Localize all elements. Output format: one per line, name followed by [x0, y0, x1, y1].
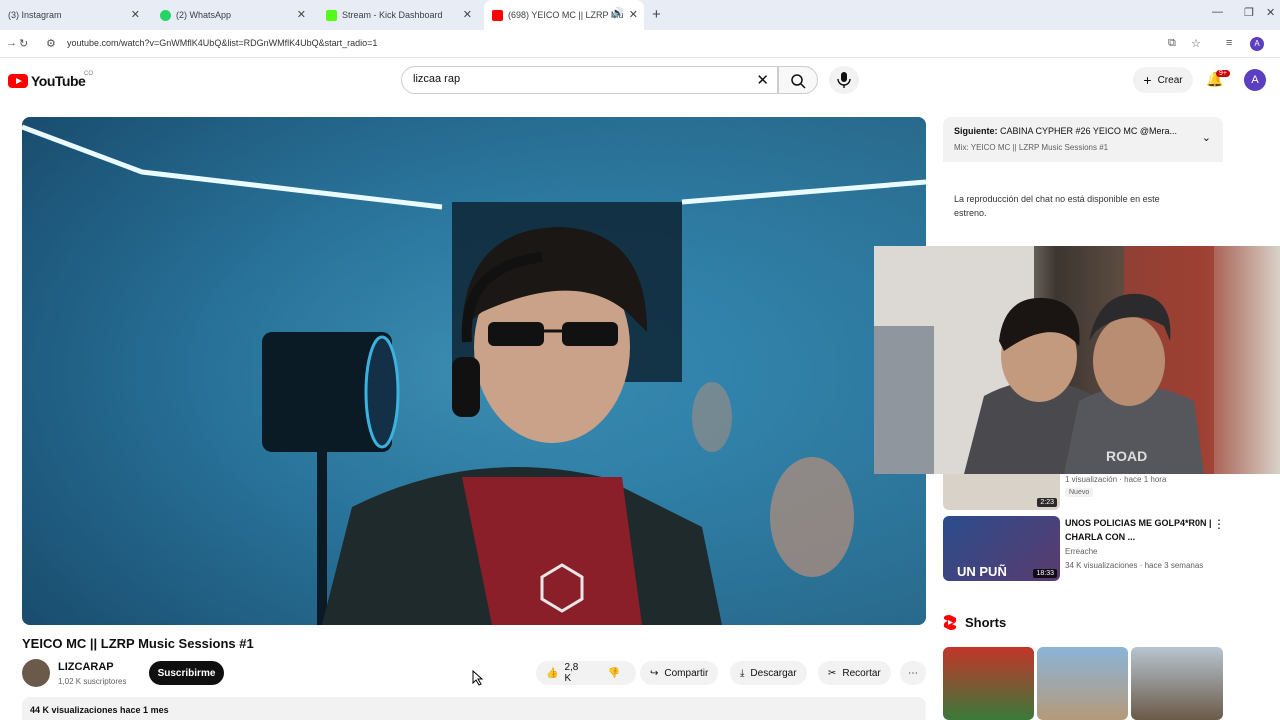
short-thumbnail[interactable]: [943, 647, 1034, 720]
voice-search-button[interactable]: [829, 66, 859, 94]
mix-name: Mix: YEICO MC || LZRP Music Sessions #1: [954, 143, 1109, 152]
new-badge: Nuevo: [1065, 488, 1094, 497]
mouse-cursor-icon: [472, 670, 484, 686]
chevron-down-icon[interactable]: ⌄: [1202, 131, 1211, 144]
shorts-icon: [943, 615, 957, 630]
rec-meta: 1 visualización · hace 1 hora: [1065, 475, 1167, 484]
youtube-play-icon: [8, 74, 28, 88]
download-button[interactable]: ⤓ Descargar: [730, 661, 807, 685]
chat-unavailable-message: La reproducción del chat no está disponi…: [954, 194, 1160, 218]
youtube-icon: [492, 9, 503, 21]
youtube-logo[interactable]: YouTube CO: [8, 71, 93, 89]
forward-icon[interactable]: →: [6, 37, 17, 49]
subscribe-button[interactable]: Suscribirme: [149, 661, 224, 685]
webcam-overlay: ROAD: [874, 246, 1280, 474]
rec-thumbnail[interactable]: 2:23: [943, 474, 1060, 510]
address-bar-row: → ↻ ⚙ youtube.com/watch?v=GnWMflK4UbQ&li…: [0, 30, 1280, 58]
more-horizontal-icon: ⋯: [908, 667, 918, 679]
subscriber-count: 1,02 K suscriptores: [58, 677, 127, 686]
bookmark-star-icon[interactable]: ☆: [1191, 37, 1201, 50]
short-thumbnail[interactable]: [1131, 647, 1223, 720]
plus-icon: +: [1143, 72, 1152, 88]
site-info-icon[interactable]: ⚙: [46, 37, 56, 50]
share-arrow-icon: ↪: [650, 667, 659, 679]
reload-icon[interactable]: ↻: [19, 37, 28, 50]
whatsapp-icon: [160, 9, 171, 21]
browser-profile-avatar[interactable]: A: [1250, 37, 1264, 51]
like-button[interactable]: 👍 2,8 K: [536, 661, 592, 685]
next-prefix: Siguiente:: [954, 126, 998, 136]
clip-button[interactable]: ✂ Recortar: [818, 661, 891, 685]
search-input[interactable]: [413, 73, 743, 85]
next-video-title: CABINA CYPHER #26 YEICO MC @Mera...: [1000, 126, 1178, 136]
video-frame: [22, 117, 926, 625]
rec-meta: 34 K visualizaciones · hace 3 semanas: [1065, 561, 1204, 570]
clear-search-icon[interactable]: ✕: [756, 71, 769, 89]
thumbs-up-icon: 👍: [546, 667, 559, 679]
notification-count-badge: 9+: [1216, 70, 1230, 77]
new-tab-icon[interactable]: +: [652, 6, 661, 23]
tab-instagram[interactable]: (3) Instagram ✕: [0, 0, 146, 30]
more-actions-button[interactable]: ⋯: [900, 661, 926, 685]
close-icon[interactable]: ✕: [629, 8, 638, 21]
video-title: YEICO MC || LZRP Music Sessions #1: [22, 636, 254, 651]
search-icon: [791, 74, 806, 89]
search-button[interactable]: [778, 66, 818, 94]
browser-tab-strip: (3) Instagram ✕ (2) WhatsApp ✕ Stream - …: [0, 0, 1280, 30]
user-avatar[interactable]: A: [1244, 69, 1266, 91]
thumbs-down-icon: 👎: [607, 667, 621, 679]
rec-channel[interactable]: Erreache: [1065, 547, 1097, 556]
rec-thumbnail[interactable]: UN PUÑ 18:33: [943, 516, 1060, 581]
minimize-icon[interactable]: —: [1212, 6, 1223, 18]
close-icon[interactable]: ✕: [463, 8, 472, 21]
url-field[interactable]: youtube.com/watch?v=GnWMflK4UbQ&list=RDG…: [67, 38, 377, 48]
playlist-next-panel[interactable]: Siguiente: CABINA CYPHER #26 YEICO MC @M…: [943, 117, 1223, 162]
tab-whatsapp[interactable]: (2) WhatsApp ✕: [152, 0, 312, 30]
more-vertical-icon[interactable]: ⋮: [1213, 517, 1225, 531]
maximize-icon[interactable]: ❐: [1244, 6, 1254, 19]
reading-list-icon[interactable]: ≡: [1226, 37, 1232, 49]
speaker-icon[interactable]: 🔊: [612, 8, 624, 19]
close-icon[interactable]: ✕: [131, 8, 140, 21]
mic-icon: [837, 72, 851, 88]
search-box[interactable]: ✕: [401, 66, 778, 94]
share-button[interactable]: ↪ Compartir: [640, 661, 719, 685]
close-icon[interactable]: ✕: [297, 8, 306, 21]
video-player[interactable]: [22, 117, 926, 625]
short-thumbnail[interactable]: [1037, 647, 1128, 720]
tab-kick[interactable]: Stream - Kick Dashboard ✕: [318, 0, 478, 30]
kick-icon: [326, 9, 337, 21]
views-and-date: 44 K visualizaciones hace 1 mes: [30, 705, 169, 715]
channel-avatar[interactable]: [22, 659, 50, 687]
install-icon[interactable]: ⧉: [1168, 37, 1176, 50]
download-icon: ⤓: [740, 667, 745, 679]
tab-youtube[interactable]: (698) YEICO MC || LZRP Mu 🔊 ✕: [484, 0, 644, 30]
create-button[interactable]: + Crear: [1133, 67, 1193, 93]
channel-name[interactable]: LIZCARAP: [58, 661, 114, 673]
webcam-feed: ROAD: [874, 246, 1214, 474]
svg-text:ROAD: ROAD: [1106, 448, 1147, 464]
scissors-icon: ✂: [828, 667, 837, 679]
rec-title[interactable]: UNOS POLICIAS ME GOLP4*R0N | CHARLA CON …: [1065, 516, 1215, 544]
description-box[interactable]: 44 K visualizaciones hace 1 mes: [22, 697, 926, 720]
dislike-button[interactable]: 👎: [592, 661, 636, 685]
close-window-icon[interactable]: ✕: [1266, 6, 1275, 19]
shorts-header: Shorts: [943, 614, 1006, 631]
